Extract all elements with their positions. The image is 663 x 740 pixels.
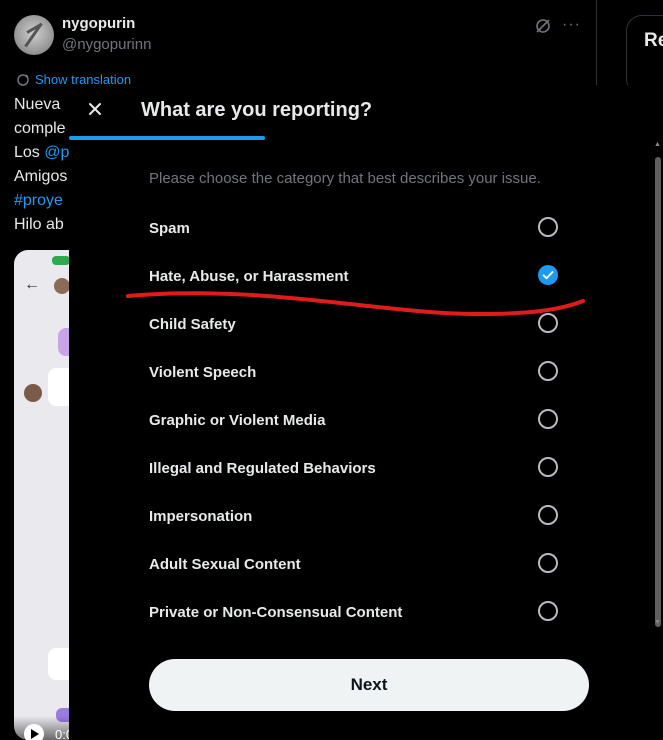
dialog-title: What are you reporting?	[141, 99, 373, 121]
report-option[interactable]: Private or Non-Consensual Content	[129, 589, 569, 630]
report-option-label: Violent Speech	[149, 364, 257, 381]
category-list[interactable]: Please choose the category that best des…	[69, 141, 663, 630]
report-option-label: Impersonation	[149, 508, 253, 525]
report-option[interactable]: Graphic or Violent Media	[129, 397, 569, 445]
dialog-footer: Next	[69, 630, 663, 740]
report-option-label: Child Safety	[149, 316, 236, 333]
more-icon[interactable]: ···	[562, 16, 581, 34]
close-button[interactable]	[81, 95, 109, 123]
progress-bar	[69, 136, 265, 140]
report-option-label: Graphic or Violent Media	[149, 412, 326, 429]
radio-button[interactable]	[538, 505, 558, 525]
report-option-label: Adult Sexual Content	[149, 556, 301, 573]
dialog-subtitle: Please choose the category that best des…	[149, 170, 541, 187]
video-frame-detail	[24, 384, 42, 402]
report-dialog: What are you reporting? Please choose th…	[69, 85, 663, 740]
report-option-label: Illegal and Regulated Behaviors	[149, 460, 376, 477]
scrollbar[interactable]: ▲ ▼	[653, 141, 663, 630]
tweet-hashtag-link[interactable]: #proye	[14, 192, 70, 210]
report-option[interactable]: Impersonation	[129, 493, 569, 541]
tweet-text-line: Hilo ab	[14, 216, 64, 233]
tweet-text-line: Amigos	[14, 168, 68, 185]
radio-button[interactable]	[538, 457, 558, 477]
radio-button[interactable]	[538, 265, 558, 285]
author-handle[interactable]: @nygopurinn	[62, 36, 151, 53]
radio-button[interactable]	[538, 217, 558, 237]
play-icon[interactable]	[24, 724, 44, 740]
report-option[interactable]: Adult Sexual Content	[129, 541, 569, 589]
tweet-mention-link[interactable]: @p	[44, 144, 69, 161]
radio-button[interactable]	[538, 409, 558, 429]
column-divider	[596, 0, 597, 90]
tweet-text-line: Nueva	[14, 96, 61, 113]
report-option-label: Private or Non-Consensual Content	[149, 604, 403, 621]
author-avatar[interactable]	[14, 15, 54, 55]
video-frame-detail	[52, 256, 70, 265]
radio-button[interactable]	[538, 361, 558, 381]
close-icon	[89, 103, 101, 115]
scrollbar-thumb[interactable]	[655, 157, 661, 627]
author-name[interactable]: nygopurin	[62, 15, 135, 32]
tweet-text-line: Los @p	[14, 144, 70, 162]
radio-button[interactable]	[538, 313, 558, 333]
report-option[interactable]: Illegal and Regulated Behaviors	[129, 445, 569, 493]
side-card	[626, 15, 663, 95]
radio-button[interactable]	[538, 553, 558, 573]
report-option[interactable]: Child Safety	[129, 301, 569, 349]
video-frame-detail	[54, 278, 70, 294]
translate-icon	[17, 74, 29, 86]
radio-button[interactable]	[538, 601, 558, 621]
report-option-label: Hate, Abuse, or Harassment	[149, 268, 349, 285]
report-option[interactable]: Hate, Abuse, or Harassment	[129, 253, 569, 301]
report-option[interactable]: Violent Speech	[129, 349, 569, 397]
scroll-down-arrow-icon[interactable]: ▼	[654, 619, 661, 627]
side-card-title: Re	[644, 30, 663, 51]
tweet-text-line: comple	[14, 120, 66, 137]
report-option-label: Spam	[149, 220, 190, 237]
scroll-up-arrow-icon[interactable]: ▲	[654, 141, 661, 149]
next-button[interactable]: Next	[149, 659, 589, 711]
video-frame-detail: ←	[24, 276, 40, 293]
grok-icon[interactable]	[534, 17, 552, 35]
tweet-text-segment: Los	[14, 144, 40, 161]
check-icon	[542, 271, 554, 280]
report-option[interactable]: Spam	[129, 205, 569, 253]
